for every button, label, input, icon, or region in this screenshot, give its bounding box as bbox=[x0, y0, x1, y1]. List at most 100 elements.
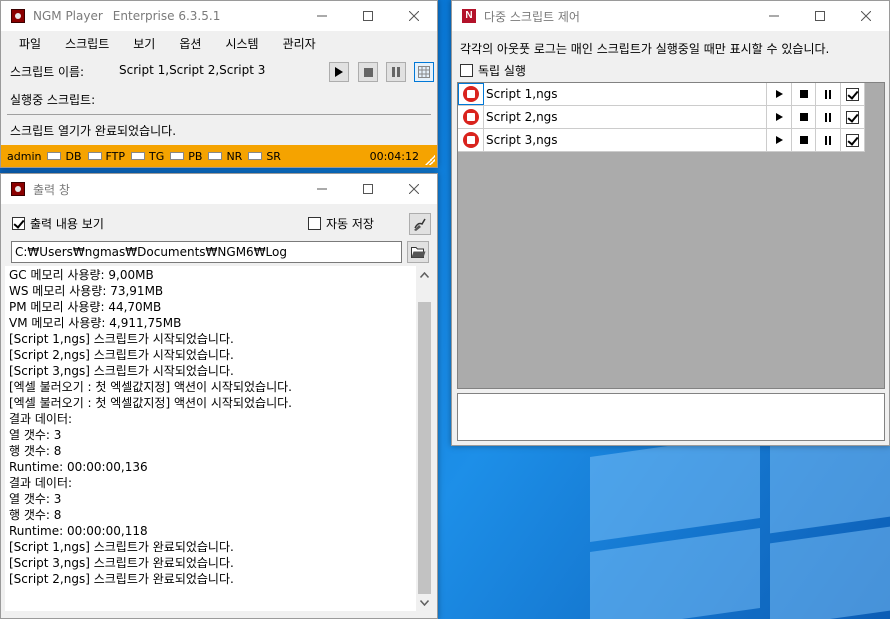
grid-icon bbox=[418, 66, 430, 78]
row-stop-button[interactable] bbox=[792, 106, 816, 128]
record-cell[interactable] bbox=[458, 106, 484, 128]
multi-message-box[interactable] bbox=[457, 393, 885, 441]
log-line: 행 갯수: 8 bbox=[9, 444, 62, 458]
script-name: Script 3,ngs bbox=[486, 133, 558, 147]
menu-script[interactable]: 스크립트 bbox=[53, 35, 121, 52]
menu-file[interactable]: 파일 bbox=[7, 35, 53, 52]
n-app-icon: N bbox=[462, 9, 476, 23]
menu-admin[interactable]: 관리자 bbox=[271, 35, 328, 52]
desktop-window-logo-pane bbox=[590, 528, 760, 619]
output-title: 출력 창 bbox=[33, 182, 70, 197]
open-folder-button[interactable] bbox=[407, 241, 429, 263]
auto-save-checkbox[interactable]: 자동 저장 bbox=[308, 215, 374, 232]
checkbox-icon bbox=[460, 64, 473, 77]
row-checkbox[interactable] bbox=[841, 129, 865, 151]
log-scrollbar[interactable] bbox=[416, 266, 433, 611]
row-pause-button[interactable] bbox=[816, 129, 841, 151]
multi-control-button[interactable] bbox=[414, 62, 434, 82]
pause-button[interactable] bbox=[386, 62, 406, 82]
row-play-button[interactable] bbox=[767, 129, 792, 151]
clear-log-button[interactable] bbox=[409, 213, 431, 235]
script-name-cell[interactable]: Script 2,ngs bbox=[484, 106, 767, 128]
stop-icon bbox=[799, 90, 808, 98]
maximize-button[interactable] bbox=[345, 174, 391, 204]
desktop-window-logo-pane bbox=[770, 526, 890, 619]
play-icon bbox=[775, 90, 783, 98]
show-output-label: 출력 내용 보기 bbox=[30, 217, 104, 231]
script-name-cell[interactable]: Script 1,ngs bbox=[484, 83, 767, 105]
row-checkbox[interactable] bbox=[841, 106, 865, 128]
play-button[interactable] bbox=[329, 62, 349, 82]
row-checkbox[interactable] bbox=[841, 83, 865, 105]
maximize-button[interactable] bbox=[345, 1, 391, 31]
checkbox-icon bbox=[846, 110, 859, 124]
menu-view[interactable]: 보기 bbox=[121, 35, 167, 52]
log-output[interactable]: GC 메모리 사용량: 9,00MB WS 메모리 사용량: 73,91MB PM … bbox=[5, 266, 418, 611]
multi-titlebar[interactable]: N 다중 스크립트 제어 bbox=[452, 1, 889, 31]
row-stop-button[interactable] bbox=[792, 83, 816, 105]
status-pb: PB bbox=[188, 149, 203, 163]
log-line: VM 메모리 사용량: 4,911,75MB bbox=[9, 316, 182, 330]
ngm-app-icon bbox=[11, 182, 25, 196]
table-row[interactable]: Script 2,ngs bbox=[458, 106, 865, 129]
output-titlebar[interactable]: 출력 창 bbox=[1, 174, 437, 204]
row-pause-button[interactable] bbox=[816, 83, 841, 105]
pause-icon bbox=[392, 67, 400, 77]
player-title: NGM Player Enterprise 6.3.5.1 bbox=[33, 9, 221, 23]
close-button[interactable] bbox=[391, 174, 437, 204]
scroll-down-icon[interactable] bbox=[416, 594, 433, 611]
status-user: admin bbox=[7, 149, 42, 163]
play-icon bbox=[775, 113, 783, 121]
script-name: Script 2,ngs bbox=[486, 110, 558, 124]
player-menubar: 파일 스크립트 보기 옵션 시스템 관리자 bbox=[1, 31, 437, 55]
multi-info-text: 각각의 아웃풋 로그는 매인 스크립트가 실행중일 때만 표시할 수 있습니다. bbox=[460, 42, 830, 56]
resize-grip-icon[interactable] bbox=[425, 155, 435, 165]
checkbox-icon bbox=[12, 217, 25, 230]
player-titlebar[interactable]: NGM Player Enterprise 6.3.5.1 bbox=[1, 1, 437, 31]
minimize-button[interactable] bbox=[751, 1, 797, 31]
row-play-button[interactable] bbox=[767, 106, 792, 128]
script-name-cell[interactable]: Script 3,ngs bbox=[484, 129, 767, 151]
row-stop-button[interactable] bbox=[792, 129, 816, 151]
stop-button[interactable] bbox=[358, 62, 378, 82]
tg-indicator-icon bbox=[131, 152, 145, 160]
log-line: [Script 1,ngs] 스크립트가 시작되었습니다. bbox=[9, 332, 234, 346]
output-window: 출력 창 출력 내용 보기 자동 저장 C:₩Users₩ngmas₩Docum… bbox=[0, 173, 438, 619]
stop-icon bbox=[799, 136, 808, 144]
record-cell[interactable] bbox=[458, 83, 484, 105]
close-button[interactable] bbox=[843, 1, 889, 31]
log-line: 행 갯수: 8 bbox=[9, 508, 62, 522]
record-icon bbox=[462, 132, 479, 148]
log-line: WS 메모리 사용량: 73,91MB bbox=[9, 284, 164, 298]
menu-options[interactable]: 옵션 bbox=[167, 35, 213, 52]
close-button[interactable] bbox=[391, 1, 437, 31]
record-cell[interactable] bbox=[458, 129, 484, 151]
log-line: [엑셀 불러오기 : 첫 엑셀값지정] 액션이 시작되었습니다. bbox=[9, 396, 292, 410]
log-line: [Script 2,ngs] 스크립트가 시작되었습니다. bbox=[9, 348, 234, 362]
record-icon bbox=[462, 86, 479, 102]
pause-icon bbox=[825, 89, 831, 99]
log-line: 열 갯수: 3 bbox=[9, 428, 62, 442]
table-row[interactable]: Script 3,ngs bbox=[458, 129, 865, 152]
pb-indicator-icon bbox=[170, 152, 185, 160]
scroll-thumb[interactable] bbox=[418, 302, 431, 594]
player-status-bar: admin DB FTP TG PB NR SR 00:04:12 bbox=[1, 145, 437, 167]
ngm-player-window: NGM Player Enterprise 6.3.5.1 파일 스크립트 보기 … bbox=[0, 0, 438, 168]
script-grid: Script 1,ngs Script 2,ngs Script 3,ngs bbox=[457, 82, 885, 389]
log-line: [Script 3,ngs] 스크립트가 완료되었습니다. bbox=[9, 556, 234, 570]
multi-script-window: N 다중 스크립트 제어 각각의 아웃풋 로그는 매인 스크립트가 실행중일 때… bbox=[451, 0, 890, 446]
row-pause-button[interactable] bbox=[816, 106, 841, 128]
minimize-button[interactable] bbox=[299, 174, 345, 204]
status-nr: NR bbox=[226, 149, 243, 163]
minimize-button[interactable] bbox=[299, 1, 345, 31]
row-play-button[interactable] bbox=[767, 83, 792, 105]
standalone-checkbox[interactable]: 독립 실행 bbox=[460, 62, 526, 79]
table-row[interactable]: Script 1,ngs bbox=[458, 83, 865, 106]
scroll-up-icon[interactable] bbox=[416, 266, 433, 283]
log-line: [Script 3,ngs] 스크립트가 시작되었습니다. bbox=[9, 364, 234, 378]
show-output-checkbox[interactable]: 출력 내용 보기 bbox=[12, 215, 104, 232]
stop-icon bbox=[799, 113, 808, 121]
menu-system[interactable]: 시스템 bbox=[213, 35, 270, 52]
log-path-input[interactable]: C:₩Users₩ngmas₩Documents₩NGM6₩Log bbox=[11, 241, 402, 263]
maximize-button[interactable] bbox=[797, 1, 843, 31]
